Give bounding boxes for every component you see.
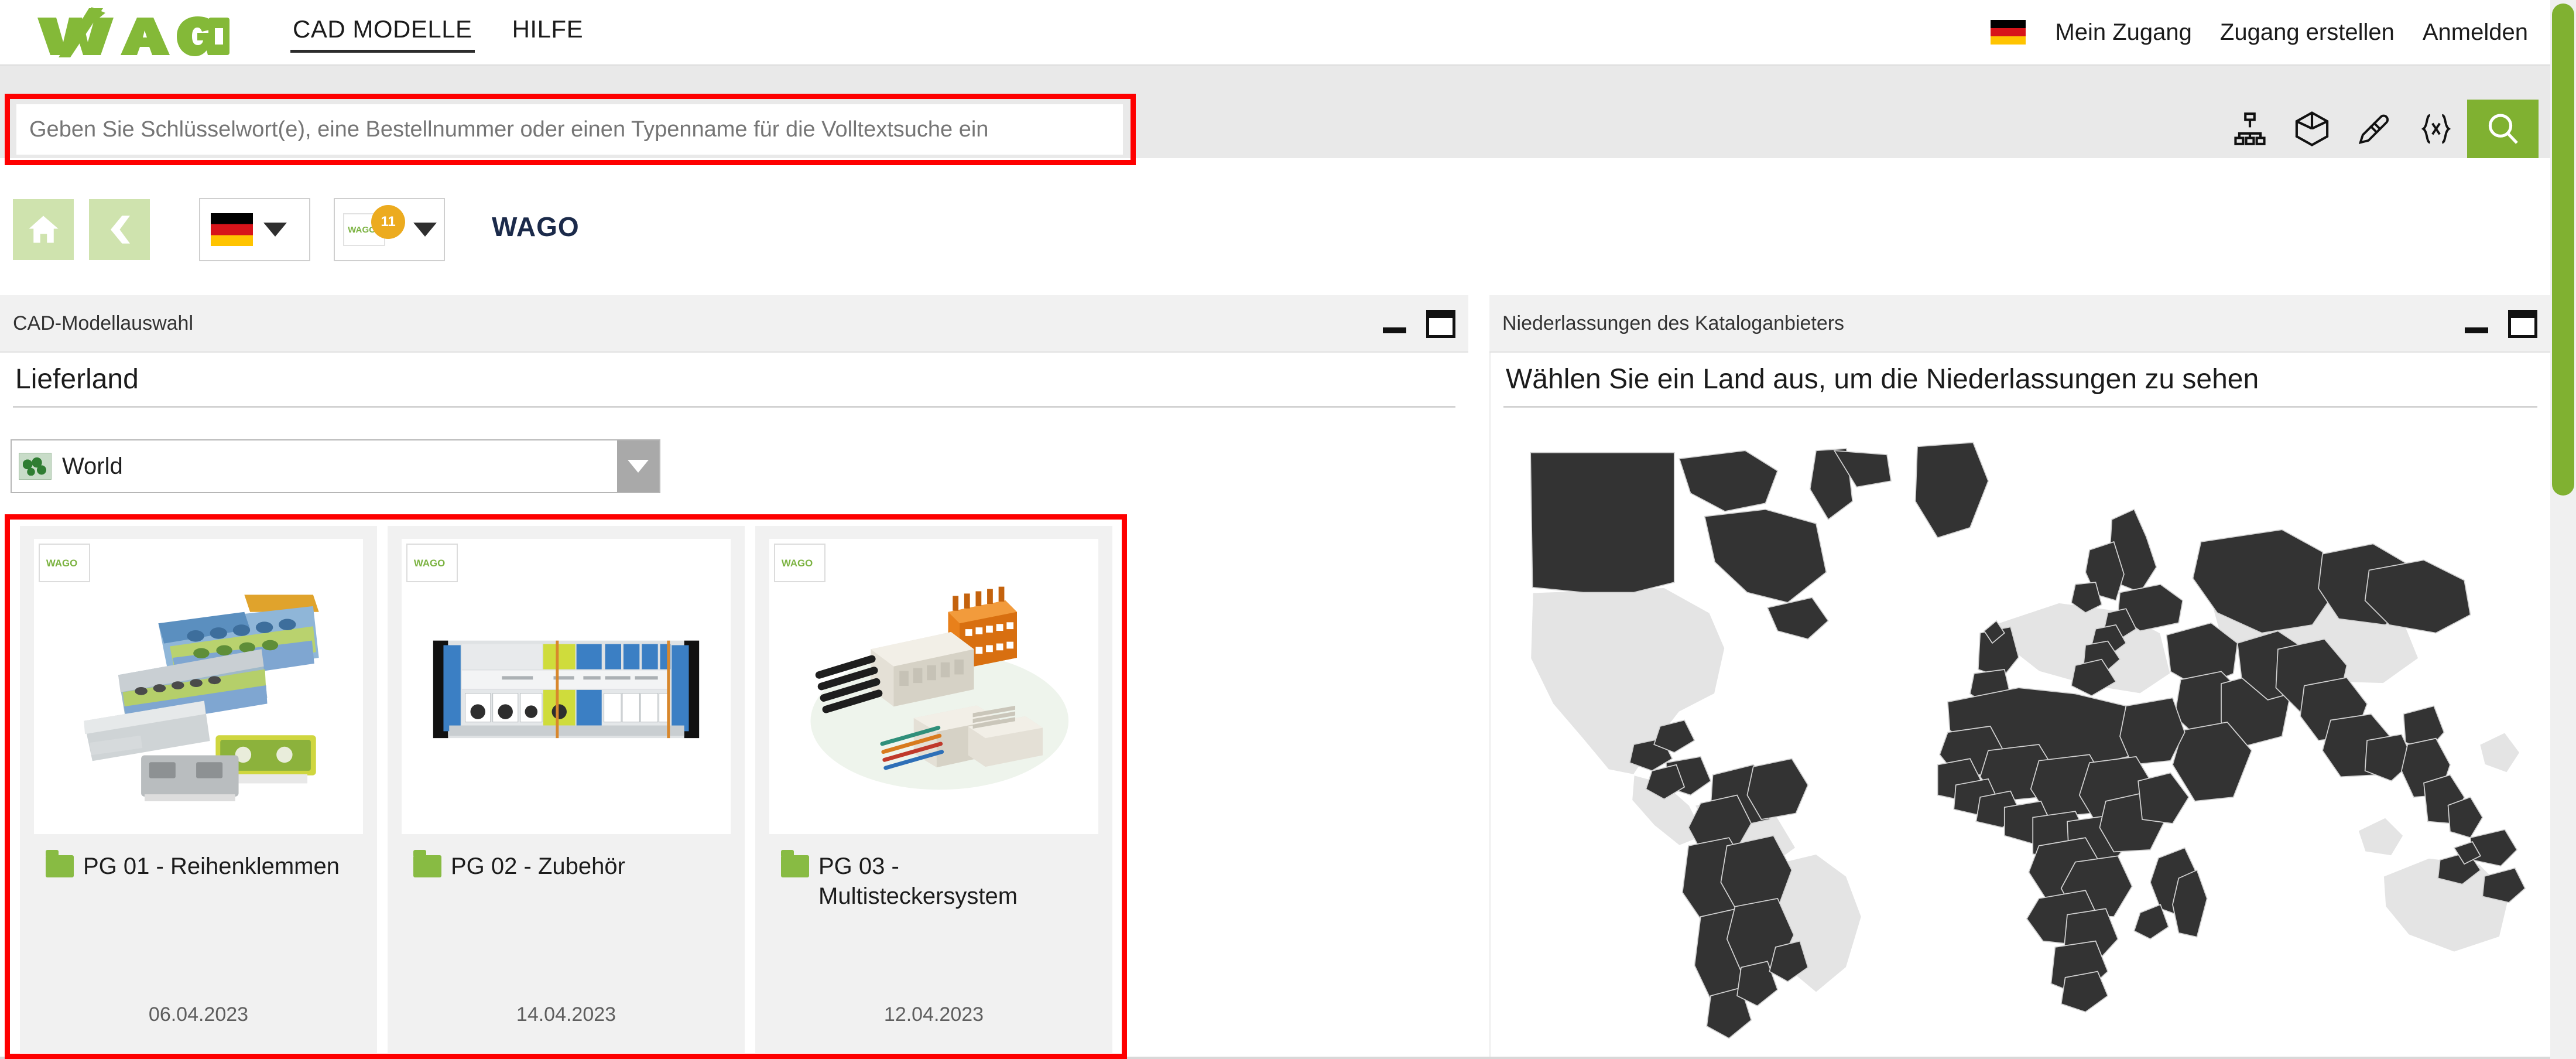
accessories-rail-photo <box>429 572 704 801</box>
branches-panel-body: Wählen Sie ein Land aus, um die Niederla… <box>1489 353 2550 1059</box>
nav-item-label: HILFE <box>512 15 584 43</box>
card-title-label: PG 03 - Multisteckersystem <box>818 853 1018 910</box>
version-badge: 11 <box>371 205 405 239</box>
world-map-svg <box>1512 440 2526 1048</box>
nav-item-hilfe[interactable]: HILFE <box>492 12 604 53</box>
minimize-icon[interactable] <box>2465 327 2488 333</box>
cad-model-card[interactable]: WAGO <box>388 526 745 1053</box>
card-title: PG 03 - Multisteckersystem <box>781 850 1085 911</box>
catalog-badge: WAGO 11 <box>342 205 405 252</box>
nav-item-label: CAD MODELLE <box>293 15 472 43</box>
maximize-icon[interactable] <box>2508 310 2537 338</box>
bottom-divider <box>0 1057 2550 1059</box>
branches-divider <box>1503 406 2537 408</box>
header-link-anmelden[interactable]: Anmelden <box>2409 19 2542 46</box>
wago-badge-icon: WAGO <box>39 544 90 582</box>
wago-badge-icon: WAGO <box>774 544 825 582</box>
chevron-down-icon <box>263 223 287 237</box>
maximize-icon[interactable] <box>1426 310 1455 338</box>
world-map-icon <box>19 453 52 480</box>
world-choropleth-map[interactable] <box>1500 440 2537 1048</box>
card-image: WAGO <box>402 539 731 834</box>
branches-panel-title: Niederlassungen des Kataloganbieters <box>1502 312 1845 334</box>
wago-logo[interactable] <box>33 6 238 59</box>
cad-panel-header: CAD-Modellauswahl <box>0 295 1468 353</box>
card-date: 14.04.2023 <box>516 1003 616 1026</box>
minimize-icon[interactable] <box>1383 327 1406 333</box>
catalog-brand-name: WAGO <box>492 211 580 242</box>
search-icon-group <box>2219 100 2539 158</box>
main-nav: CAD MODELLE HILFE <box>273 12 603 53</box>
search-input[interactable] <box>16 104 1123 155</box>
card-title: PG 02 - Zubehör <box>413 850 718 882</box>
cad-panel-title: CAD-Modellauswahl <box>13 312 194 334</box>
branches-panel-controls <box>2465 295 2537 353</box>
catalog-dropdown[interactable]: WAGO 11 <box>334 198 445 261</box>
card-title: PG 01 - Reihenklemmen <box>46 850 350 882</box>
folder-icon <box>46 850 74 877</box>
folder-icon <box>413 850 441 877</box>
variables-braces-icon[interactable] <box>2405 100 2467 158</box>
cad-panel-controls <box>1383 295 1455 353</box>
home-icon <box>29 216 59 243</box>
card-title-label: PG 01 - Reihenklemmen <box>83 853 340 879</box>
flag-de-icon <box>211 213 253 246</box>
lieferland-divider <box>13 406 1455 408</box>
wago-logo-icon <box>37 7 229 57</box>
terminal-blocks-photo <box>61 572 336 801</box>
cube-3d-icon[interactable] <box>2281 100 2343 158</box>
hierarchy-tree-icon[interactable] <box>2219 100 2281 158</box>
folder-icon <box>781 850 809 877</box>
wago-badge-icon: WAGO <box>406 544 458 582</box>
header-link-mein-zugang[interactable]: Mein Zugang <box>2041 19 2205 46</box>
lieferland-title: Lieferland <box>15 364 139 395</box>
chevron-down-icon[interactable] <box>617 440 659 492</box>
page-scrollbar-track[interactable] <box>2550 0 2576 1059</box>
card-image: WAGO <box>769 539 1098 834</box>
cad-model-card[interactable]: WAGO <box>20 526 377 1053</box>
branches-panel-header: Niederlassungen des Kataloganbieters <box>1489 295 2550 353</box>
search-submit-button[interactable] <box>2467 100 2539 158</box>
flag-de-icon[interactable] <box>1991 20 2026 45</box>
chevron-down-icon <box>413 223 437 237</box>
arrow-left-icon <box>111 216 130 244</box>
country-select[interactable]: World <box>11 439 660 493</box>
header-right-group: Mein Zugang Zugang erstellen Anmelden <box>1991 0 2542 64</box>
cad-model-card-list: WAGO PG 01 - Reihenklemmen 06.04.2023 WA… <box>20 526 1112 1053</box>
card-title-label: PG 02 - Zubehör <box>451 853 625 879</box>
card-image: WAGO <box>34 539 363 834</box>
svg-text:WAGO: WAGO <box>782 558 813 569</box>
branches-heading: Wählen Sie ein Land aus, um die Niederla… <box>1506 364 2259 395</box>
svg-text:WAGO: WAGO <box>414 558 445 569</box>
app-header: CAD MODELLE HILFE Mein Zugang Zugang ers… <box>0 0 2576 64</box>
pencil-edit-icon[interactable] <box>2343 100 2405 158</box>
header-link-zugang-erstellen[interactable]: Zugang erstellen <box>2206 19 2409 46</box>
card-date: 12.04.2023 <box>883 1003 984 1026</box>
multi-connector-photo <box>796 572 1071 801</box>
back-button[interactable] <box>89 199 150 260</box>
cad-model-card[interactable]: WAGO <box>755 526 1112 1053</box>
search-icon <box>2488 114 2518 144</box>
country-select-value: World <box>62 453 123 479</box>
svg-text:WAGO: WAGO <box>46 558 77 569</box>
nav-item-cad-modelle[interactable]: CAD MODELLE <box>273 12 492 53</box>
language-dropdown[interactable] <box>199 198 310 261</box>
page-scrollbar-thumb[interactable] <box>2552 4 2574 496</box>
card-date: 06.04.2023 <box>148 1003 249 1026</box>
home-button[interactable] <box>13 199 74 260</box>
